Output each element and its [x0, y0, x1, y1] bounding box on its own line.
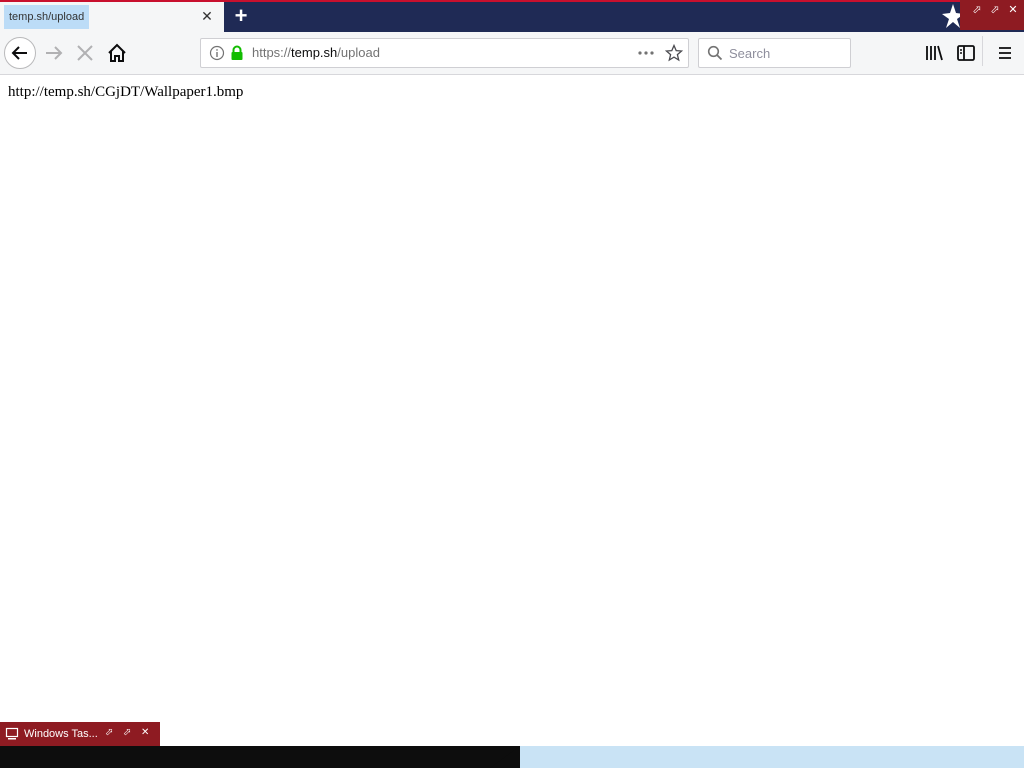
page-actions-icon[interactable]: [637, 46, 655, 60]
tab-close-icon[interactable]: ✕: [200, 9, 214, 23]
home-button[interactable]: [105, 41, 129, 65]
taskbar-item-label: Windows Tas...: [24, 728, 98, 740]
menu-icon[interactable]: [993, 41, 1017, 65]
url-bar[interactable]: https://temp.sh/upload: [200, 38, 689, 68]
close-window-icon[interactable]: ✕: [1006, 3, 1020, 17]
library-icon[interactable]: [922, 41, 946, 65]
search-icon: [707, 45, 723, 61]
desktop-background: [0, 746, 1024, 768]
nav-bar: https://temp.sh/upload: [0, 32, 1024, 75]
back-button[interactable]: [4, 37, 36, 69]
lock-icon[interactable]: [230, 45, 244, 61]
minimize-icon[interactable]: ⬀: [970, 3, 984, 17]
page-text: http://temp.sh/CGjDT/Wallpaper1.bmp: [8, 84, 244, 100]
computer-icon: [5, 727, 19, 740]
tab-strip: temp.sh/upload ✕ + ⬀ ⬀ ✕: [0, 0, 1024, 32]
taskbar-minimize-icon[interactable]: ⬀: [105, 727, 113, 738]
sidebar-icon[interactable]: [954, 41, 978, 65]
window-controls: ⬀ ⬀ ✕: [960, 0, 1024, 30]
url-host: temp.sh: [291, 45, 338, 60]
maximize-icon[interactable]: ⬀: [988, 3, 1002, 17]
url-path: /upload: [337, 45, 380, 60]
toolbar-divider: [982, 36, 983, 66]
url-protocol: https://: [252, 45, 292, 60]
taskbar-close-icon[interactable]: ✕: [141, 727, 149, 738]
tab-active[interactable]: temp.sh/upload ✕: [0, 2, 224, 32]
desktop-dark-slope: [490, 746, 520, 768]
url-text[interactable]: https://temp.sh/upload: [252, 39, 380, 67]
search-bar[interactable]: [698, 38, 851, 68]
info-icon[interactable]: [209, 45, 225, 61]
search-input[interactable]: [729, 43, 841, 63]
stop-button[interactable]: [73, 41, 97, 65]
back-arrow-icon: [11, 46, 27, 60]
taskbar-maximize-icon[interactable]: ⬀: [123, 727, 131, 738]
taskbar-item[interactable]: Windows Tas... ⬀ ⬀ ✕: [0, 722, 160, 746]
desktop-dark-region: [0, 746, 520, 768]
tab-title: temp.sh/upload: [4, 5, 90, 29]
new-tab-button[interactable]: +: [230, 5, 252, 27]
forward-button[interactable]: [42, 41, 66, 65]
bookmark-star-icon[interactable]: [665, 44, 683, 62]
